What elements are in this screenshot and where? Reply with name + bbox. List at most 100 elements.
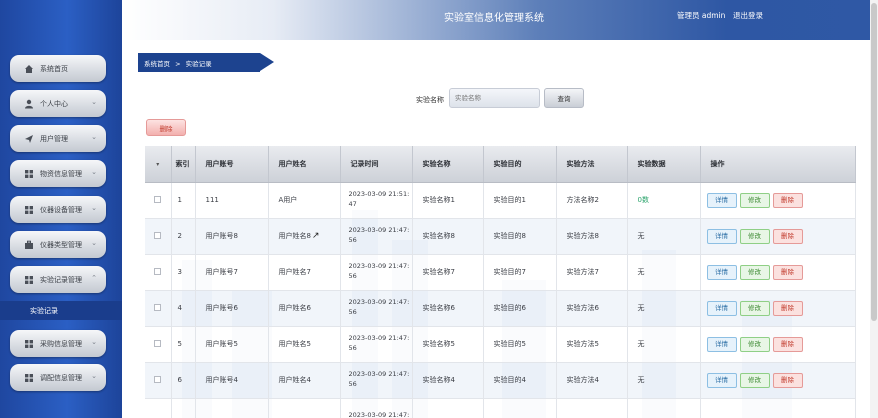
cell-name bbox=[268, 398, 341, 418]
detail-button[interactable]: 详情 bbox=[706, 192, 737, 208]
row-checkbox[interactable] bbox=[154, 375, 162, 383]
detail-button[interactable]: 详情 bbox=[706, 300, 737, 316]
column-header-index: 索引 bbox=[171, 146, 196, 183]
cell-actions: 详情 修改 删除 bbox=[700, 254, 856, 291]
search-label: 实验名称 bbox=[416, 96, 444, 104]
chevron-down-icon: ⌄ bbox=[91, 133, 97, 141]
detail-button[interactable]: 详情 bbox=[706, 228, 737, 244]
sidebar-subitem-label: 实验记录 bbox=[30, 306, 58, 315]
cell-data: 无 bbox=[627, 218, 701, 255]
cell-purpose: 实验目的8 bbox=[483, 218, 557, 255]
column-header-time: 记录时间 bbox=[340, 146, 413, 183]
table-row: 2023-03-09 21:47: bbox=[145, 398, 856, 418]
cell-method bbox=[556, 398, 628, 418]
scrollbar-thumb[interactable] bbox=[871, 3, 877, 321]
table-row: 2 用户账号8 用户姓名8 2023-03-09 21:47: 56 实验名称8 实验目的8… bbox=[145, 218, 856, 255]
cell-time: 2023-03-09 21:47: 56 bbox=[340, 254, 413, 291]
chevron-down-icon: ⌄ bbox=[91, 239, 97, 247]
edit-button[interactable]: 修改 bbox=[739, 372, 770, 388]
chevron-down-icon: ⌄ bbox=[91, 204, 97, 212]
cell-purpose: 实验目的6 bbox=[483, 290, 557, 327]
cell-index bbox=[171, 398, 196, 418]
cell-index: 5 bbox=[171, 326, 196, 363]
cell-exp-name: 实验名称7 bbox=[412, 254, 484, 291]
sidebar-item-equipment-types[interactable]: 仪器类型管理 ⌄ bbox=[10, 231, 106, 258]
sidebar-item-label: 采购信息管理 bbox=[40, 339, 82, 348]
sidebar-item-materials[interactable]: 物资信息管理 ⌄ bbox=[10, 160, 106, 187]
edit-button[interactable]: 修改 bbox=[739, 336, 770, 352]
cell-time: 2023-03-09 21:47: 56 bbox=[340, 290, 413, 327]
breadcrumb-home[interactable]: 系统首页 bbox=[144, 60, 170, 68]
cell-index: 1 bbox=[171, 182, 196, 219]
cell-time-date: 2023-03-09 21:47: bbox=[348, 298, 410, 307]
edit-button[interactable]: 修改 bbox=[739, 264, 770, 280]
briefcase-icon bbox=[24, 240, 34, 250]
row-select-cell bbox=[145, 182, 172, 219]
cell-account: 111 bbox=[195, 182, 269, 219]
detail-button[interactable]: 详情 bbox=[706, 336, 737, 352]
detail-button[interactable]: 详情 bbox=[706, 264, 737, 280]
row-checkbox[interactable] bbox=[154, 195, 162, 203]
cell-time-date: 2023-03-09 21:47: bbox=[348, 262, 410, 271]
cell-data: 无 bbox=[627, 362, 701, 399]
sidebar-item-home[interactable]: 系统首页 bbox=[10, 55, 106, 82]
edit-button[interactable]: 修改 bbox=[739, 192, 770, 208]
edit-button[interactable]: 修改 bbox=[739, 300, 770, 316]
delete-button[interactable]: 删除 bbox=[772, 228, 803, 244]
column-header-actions: 操作 bbox=[700, 146, 856, 183]
cell-account: 用户账号4 bbox=[195, 362, 269, 399]
sidebar-subitem-experiment-record[interactable]: 实验记录 bbox=[0, 301, 122, 320]
cell-exp-name: 实验名称8 bbox=[412, 218, 484, 255]
cell-actions: 详情 修改 删除 bbox=[700, 218, 856, 255]
row-checkbox[interactable] bbox=[154, 303, 162, 311]
cell-data: 0数 bbox=[627, 182, 701, 219]
row-checkbox[interactable] bbox=[154, 339, 162, 347]
sidebar-item-label: 系统首页 bbox=[40, 64, 68, 73]
search-button[interactable]: 查询 bbox=[544, 88, 584, 108]
row-select-cell bbox=[145, 254, 172, 291]
cell-actions: 详情 修改 删除 bbox=[700, 290, 856, 327]
row-checkbox[interactable] bbox=[154, 267, 162, 275]
cell-method: 实验方法7 bbox=[556, 254, 628, 291]
sidebar-item-purchases[interactable]: 采购信息管理 ⌄ bbox=[10, 330, 106, 357]
cell-time-sec: 56 bbox=[348, 380, 357, 388]
grid-icon bbox=[24, 275, 34, 285]
row-select-cell bbox=[145, 218, 172, 255]
cell-time: 2023-03-09 21:47: 56 bbox=[340, 218, 413, 255]
search-input[interactable] bbox=[449, 88, 540, 108]
delete-button[interactable]: 删除 bbox=[772, 192, 803, 208]
detail-button[interactable]: 详情 bbox=[706, 372, 737, 388]
row-checkbox[interactable] bbox=[154, 231, 162, 239]
grid-icon bbox=[24, 169, 34, 179]
cell-name: 用户姓名7 bbox=[268, 254, 341, 291]
sidebar-item-users[interactable]: 用户管理 ⌄ bbox=[10, 125, 106, 152]
cell-data: 无 bbox=[627, 254, 701, 291]
delete-button[interactable]: 删除 bbox=[772, 300, 803, 316]
sidebar-item-experiment-records[interactable]: 实验记录管理 ⌃ bbox=[10, 266, 106, 293]
logout-link[interactable]: 退出登录 bbox=[733, 10, 763, 21]
cell-purpose: 实验目的1 bbox=[483, 182, 557, 219]
cell-account bbox=[195, 398, 269, 418]
delete-button[interactable]: 删除 bbox=[772, 372, 803, 388]
chevron-down-icon: ⌄ bbox=[91, 338, 97, 346]
delete-button[interactable]: 删除 bbox=[772, 264, 803, 280]
cell-time-date: 2023-03-09 21:47: bbox=[348, 411, 410, 418]
cell-data bbox=[627, 398, 701, 418]
top-header: 实验室信息化管理系统 管理员 admin 退出登录 bbox=[122, 0, 878, 40]
delete-button[interactable]: 删除 bbox=[772, 336, 803, 352]
sidebar-item-allocation[interactable]: 调配信息管理 ⌄ bbox=[10, 364, 106, 391]
cell-method: 实验方法8 bbox=[556, 218, 628, 255]
cell-name: 用户姓名4 bbox=[268, 362, 341, 399]
bulk-delete-button[interactable]: 删除 bbox=[146, 119, 186, 136]
home-icon bbox=[24, 64, 34, 74]
table-row: 6 用户账号4 用户姓名4 2023-03-09 21:47: 56 实验名称4 实验目的4… bbox=[145, 362, 856, 399]
sidebar-item-label: 物资信息管理 bbox=[40, 169, 82, 178]
sidebar-item-equipment[interactable]: 仪器设备管理 ⌄ bbox=[10, 196, 106, 223]
sidebar-item-label: 用户管理 bbox=[40, 134, 68, 143]
edit-button[interactable]: 修改 bbox=[739, 228, 770, 244]
column-header-select[interactable]: ▾ bbox=[145, 146, 172, 183]
cell-exp-name: 实验名称5 bbox=[412, 326, 484, 363]
row-select-cell bbox=[145, 398, 172, 418]
sidebar-item-profile[interactable]: 个人中心 ⌄ bbox=[10, 90, 106, 117]
app-title: 实验室信息化管理系统 bbox=[444, 13, 544, 24]
